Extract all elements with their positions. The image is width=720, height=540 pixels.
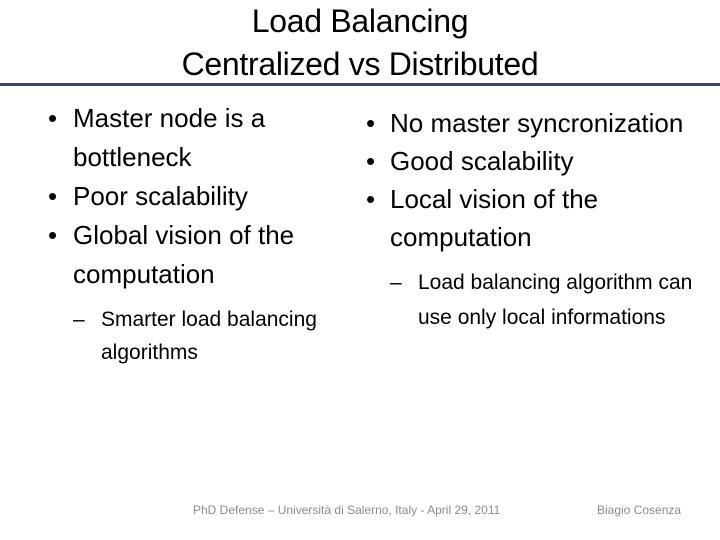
bullet-item: • No master syncronization bbox=[366, 104, 706, 142]
bullet-text: Local vision of the computation bbox=[390, 184, 599, 252]
sub-bullet-item: – Smarter load balancing algorithms bbox=[73, 303, 348, 369]
bullet-text: Poor scalability bbox=[73, 181, 248, 211]
bullet-item: • Global vision of the computation bbox=[48, 216, 348, 294]
bullet-item: • Local vision of the computation bbox=[366, 180, 706, 256]
bullet-icon: • bbox=[366, 184, 376, 214]
bullet-text: Master node is a bottleneck bbox=[73, 103, 266, 172]
bullet-item: • Master node is a bottleneck bbox=[48, 99, 348, 177]
centralized-column: • Master node is a bottleneck • Poor sca… bbox=[48, 99, 348, 369]
dash-icon: – bbox=[73, 308, 85, 331]
bullet-icon: • bbox=[48, 103, 58, 133]
footer-event: PhD Defense – Università di Salerno, Ita… bbox=[193, 503, 501, 517]
slide-title: Load Balancing Centralized vs Distribute… bbox=[0, 0, 720, 86]
bullet-item: • Poor scalability bbox=[48, 177, 348, 216]
title-divider bbox=[0, 83, 720, 86]
bullet-text: Good scalability bbox=[390, 146, 574, 176]
sub-bullet-text: Smarter load balancing algorithms bbox=[101, 308, 317, 364]
bullet-item: • Good scalability bbox=[366, 142, 706, 180]
dash-icon: – bbox=[390, 271, 402, 294]
bullet-icon: • bbox=[366, 108, 376, 138]
slide-title-line-2: Centralized vs Distributed bbox=[181, 46, 539, 82]
sub-bullet-text: Load balancing algorithm can use only lo… bbox=[418, 271, 693, 329]
sub-bullet-item: – Load balancing algorithm can use only … bbox=[390, 265, 706, 335]
bullet-icon: • bbox=[48, 181, 58, 211]
footer-author: Biagio Cosenza bbox=[597, 503, 682, 517]
bullet-text: No master syncronization bbox=[390, 108, 684, 138]
bullet-text: Global vision of the computation bbox=[73, 220, 295, 289]
bullet-icon: • bbox=[366, 146, 376, 176]
bullet-icon: • bbox=[48, 220, 58, 250]
distributed-column: • No master syncronization • Good scalab… bbox=[366, 104, 706, 335]
slide-title-line-1: Load Balancing bbox=[251, 3, 469, 39]
